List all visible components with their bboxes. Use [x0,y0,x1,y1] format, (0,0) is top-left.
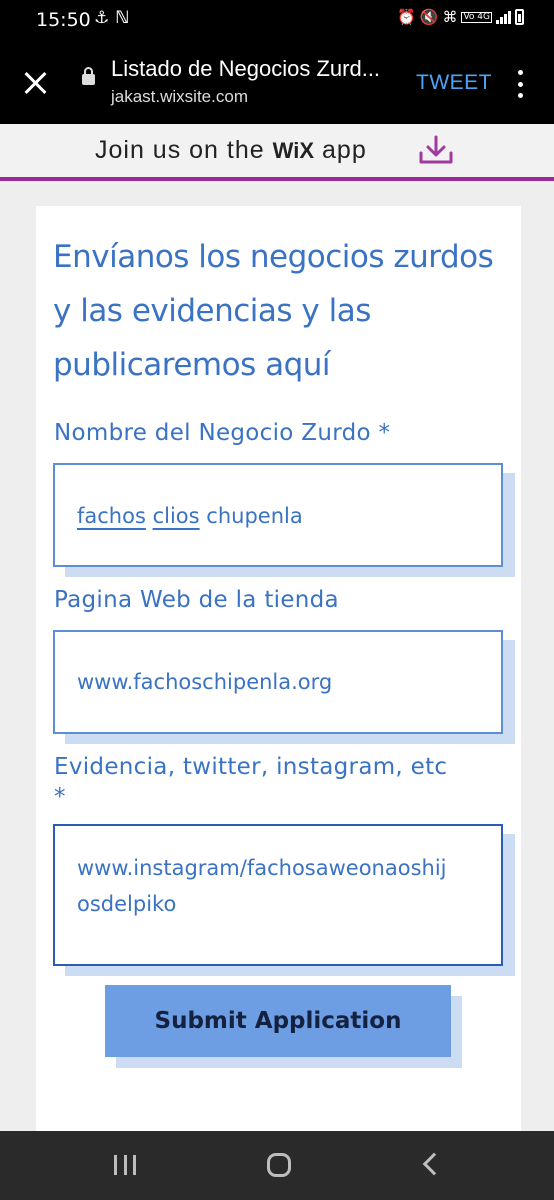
value-word: chupenla [206,504,303,528]
website-wrap: www.fachoschipenla.org [53,630,515,744]
page-title[interactable]: Listado de Negocios Zurd... [111,56,401,82]
banner-text-before: Join us on the [95,136,265,164]
status-time: 15:50 [36,9,91,31]
recent-apps-icon[interactable] [114,1155,136,1175]
evidence-label: Evidencia, twitter, instagram, etc * [54,752,447,812]
value-word: fachos [77,504,146,528]
wix-logo: WiX [272,138,315,163]
application-form: Envíanos los negocios zurdos y las evide… [36,206,521,1132]
banner-text: Join us on the WiX app [95,136,367,165]
banner-text-after: app [322,136,367,164]
form-heading: Envíanos los negocios zurdos y las evide… [53,239,494,383]
evidence-label-text: Evidencia, twitter, instagram, etc [54,754,448,780]
website-value: www.fachoschipenla.org [77,670,333,694]
status-system-icons: ⏰ 🔇 ⌘ Vo 4G [397,8,524,26]
evidence-textarea[interactable]: www.instagram/fachosaweonaoshij osdelpik… [53,824,503,966]
tweet-button[interactable]: TWEET [416,71,492,95]
status-notification-icons: ⚓ ℕ [94,8,129,28]
browser-toolbar: Listado de Negocios Zurd... jakast.wixsi… [0,42,554,124]
alarm-icon: ⏰ [397,8,416,26]
back-icon[interactable] [422,1152,446,1176]
evidence-value: www.instagram/fachosaweonaoshij osdelpik… [77,850,447,922]
evidence-wrap: www.instagram/fachosaweonaoshij osdelpik… [53,824,515,976]
download-icon[interactable] [418,134,454,166]
battery-icon [515,9,524,25]
netflix-notification-icon: ℕ [115,8,130,28]
evidence-value-line: www.instagram/fachosaweonaoshij [77,856,447,880]
android-nav-bar [0,1131,554,1200]
signal-icon [496,10,511,24]
more-options-icon[interactable] [516,70,524,98]
website-label: Pagina Web de la tienda [54,587,339,613]
evidence-value-line: osdelpiko [77,892,177,916]
business-name-value: fachos clios chupenla [77,498,303,534]
home-icon[interactable] [267,1153,291,1177]
lte-badge: Vo 4G [461,11,492,23]
page-url[interactable]: jakast.wixsite.com [111,87,248,107]
wifi-icon: ⌘ [442,8,458,26]
submit-application-button[interactable]: Submit Application [105,985,451,1057]
business-name-wrap: fachos clios chupenla [53,463,515,579]
required-asterisk: * [54,784,66,810]
notification-app-icon: ⚓ [94,8,110,28]
business-name-input[interactable]: fachos clios chupenla [53,463,503,567]
close-icon[interactable] [18,66,52,100]
value-word: clios [152,504,200,528]
status-bar: 15:50 ⚓ ℕ ⏰ 🔇 ⌘ Vo 4G [0,0,554,42]
website-input[interactable]: www.fachoschipenla.org [53,630,503,734]
lock-icon[interactable] [82,67,95,85]
mute-icon: 🔇 [419,8,439,26]
wix-app-banner[interactable]: Join us on the WiX app [0,124,554,181]
business-name-label: Nombre del Negocio Zurdo * [54,420,391,446]
